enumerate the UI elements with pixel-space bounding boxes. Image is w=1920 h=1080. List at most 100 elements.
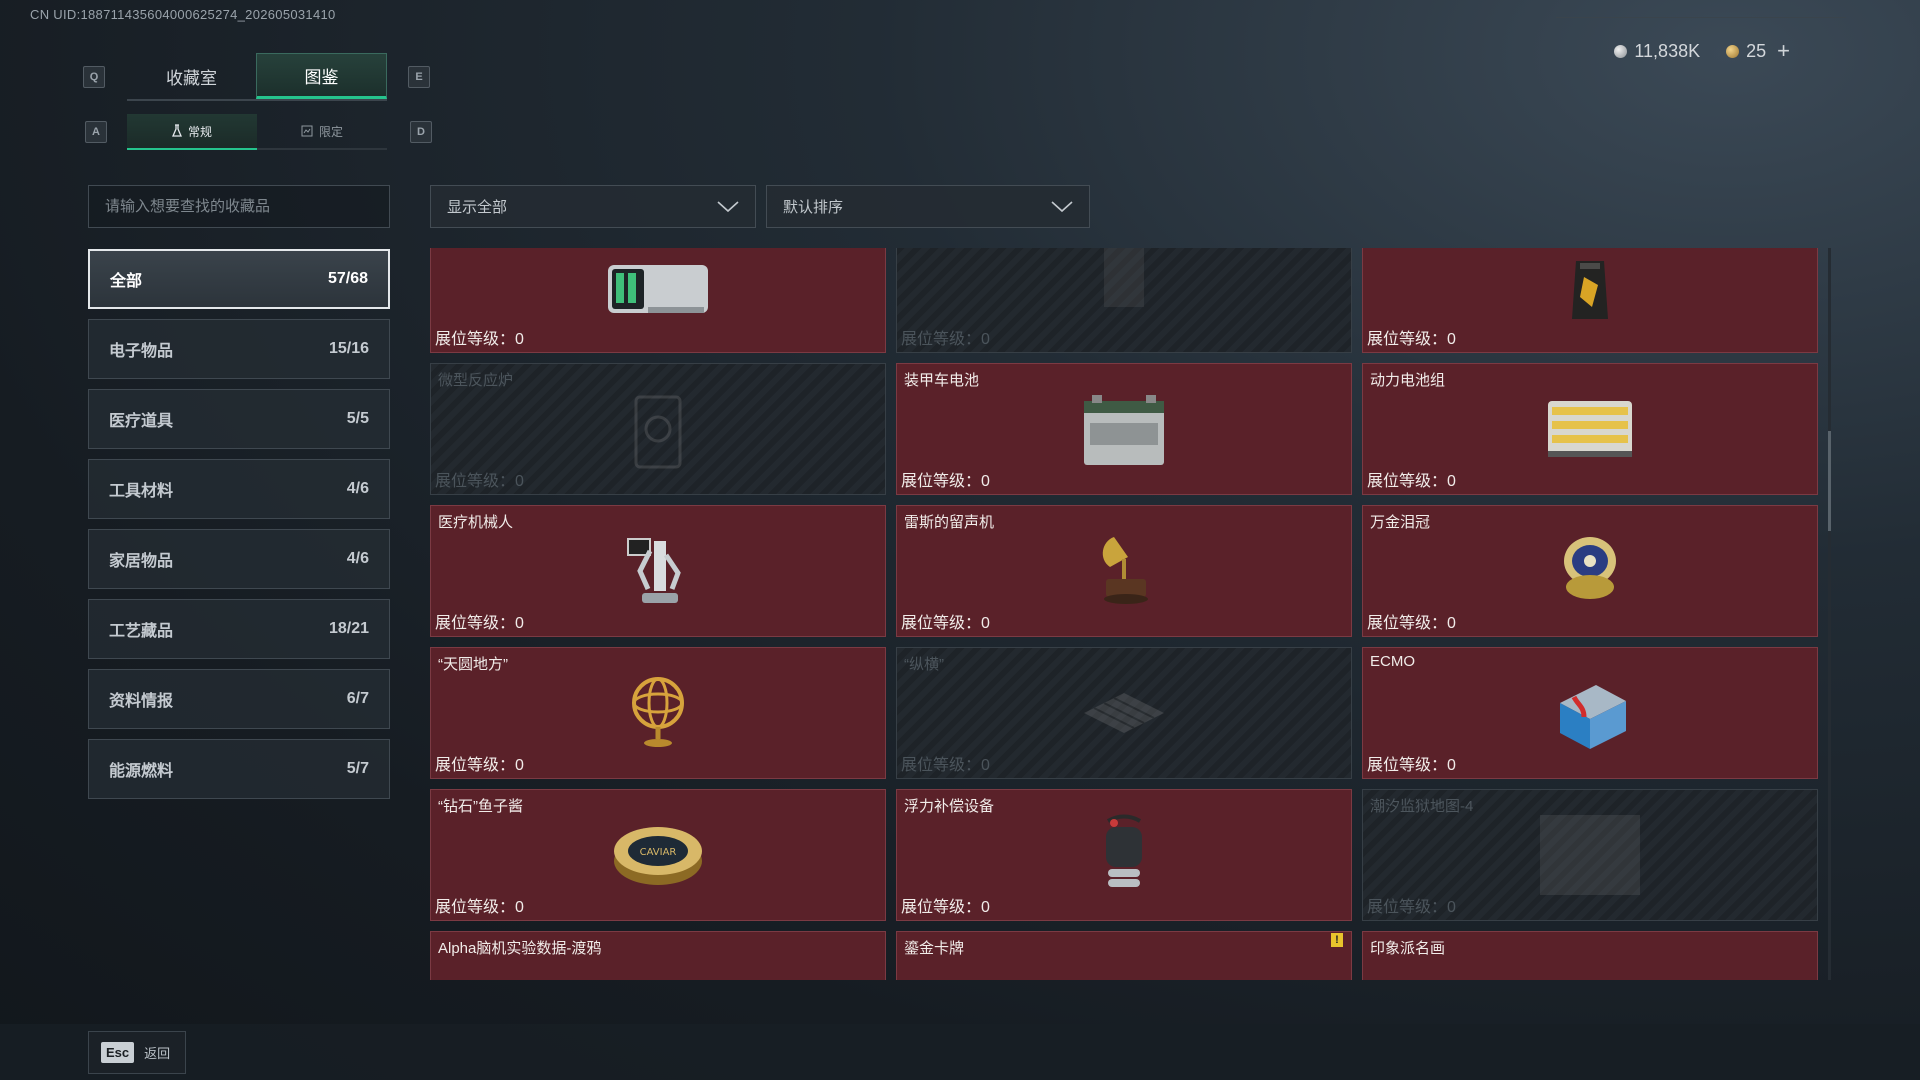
battery-icon [1084, 395, 1164, 465]
key-hint-q: Q [83, 66, 105, 88]
unknown-item-icon [1104, 248, 1144, 307]
item-card[interactable]: 展位等级：0 [1362, 248, 1818, 353]
warning-icon: ! [1331, 933, 1343, 947]
item-card[interactable]: 医疗机械人 展位等级：0 [430, 505, 886, 637]
item-card[interactable]: 装甲车电池 展位等级：0 [896, 363, 1352, 495]
item-name: 医疗机械人 [438, 514, 514, 531]
item-name: 印象派名画 [1370, 940, 1446, 957]
item-card[interactable]: 印象派名画 [1362, 931, 1818, 980]
category-label: 资料情报 [109, 693, 174, 710]
category-label: 医疗道具 [109, 413, 174, 430]
category-tools[interactable]: 工具材料 4/6 [88, 459, 390, 519]
item-level: 展位等级：0 [435, 615, 524, 632]
item-card[interactable]: ECMO 展位等级：0 [1362, 647, 1818, 779]
item-level: 展位等级：0 [1367, 615, 1456, 632]
category-count: 6/7 [346, 690, 369, 707]
item-name: 动力电池组 [1370, 372, 1446, 389]
silver-amount: 11,838K [1634, 40, 1701, 61]
item-level: 展位等级：0 [1367, 899, 1456, 916]
item-card[interactable]: 潮汐监狱地图-4 展位等级：0 [1362, 789, 1818, 921]
gilded-card-icon [1054, 964, 1194, 980]
item-name: ECMO [1370, 653, 1415, 670]
item-card[interactable]: 微型反应炉 展位等级：0 [430, 363, 886, 495]
grid-scrollbar[interactable] [1828, 248, 1831, 980]
item-level: 展位等级：0 [435, 757, 524, 774]
tab-catalog[interactable]: 图鉴 [256, 53, 387, 99]
category-household[interactable]: 家居物品 4/6 [88, 529, 390, 589]
category-fuel[interactable]: 能源燃料 5/7 [88, 739, 390, 799]
category-medical[interactable]: 医疗道具 5/5 [88, 389, 390, 449]
category-electronics[interactable]: 电子物品 15/16 [88, 319, 390, 379]
item-name: 潮汐监狱地图-4 [1370, 798, 1474, 815]
filter-dropdown[interactable]: 显示全部 [430, 185, 756, 228]
gold-coin-icon [1726, 44, 1740, 58]
item-grid-viewport[interactable]: 展位等级：0 展位等级：0 展位等级：0 微型反应炉 展位等级：0 装甲车电池 … [430, 248, 1818, 980]
back-button[interactable]: Esc 返回 [88, 1031, 186, 1074]
item-card[interactable]: ! 鎏金卡牌 [896, 931, 1352, 980]
battery-pack-icon [1548, 401, 1632, 457]
item-level: 展位等级：0 [1367, 757, 1456, 774]
sub-tabs: 常规 限定 [127, 114, 387, 150]
item-name: “钻石”鱼子酱 [438, 798, 523, 815]
category-count: 57/68 [327, 270, 368, 287]
item-level: 展位等级：0 [1367, 473, 1456, 490]
item-name: 鎏金卡牌 [904, 940, 965, 957]
category-count: 5/7 [346, 760, 369, 777]
item-level: 展位等级：0 [901, 757, 990, 774]
add-currency-button[interactable]: + [1777, 38, 1790, 64]
gold-currency: 25 + [1726, 38, 1790, 64]
subtab-regular[interactable]: 常规 [127, 114, 257, 150]
category-crafts[interactable]: 工艺藏品 18/21 [88, 599, 390, 659]
painting-icon [1520, 964, 1660, 980]
item-card[interactable]: 展位等级：0 [896, 248, 1352, 353]
item-card[interactable]: 展位等级：0 [430, 248, 886, 353]
chessboard-icon [1084, 693, 1164, 733]
item-grid: 展位等级：0 展位等级：0 展位等级：0 微型反应炉 展位等级：0 装甲车电池 … [430, 248, 1818, 980]
item-card[interactable]: 浮力补偿设备 展位等级：0 [896, 789, 1352, 921]
category-count: 5/5 [346, 410, 369, 427]
subtab-limited[interactable]: 限定 [257, 114, 387, 150]
category-label: 能源燃料 [109, 763, 174, 780]
item-level: 展位等级：0 [901, 473, 990, 490]
silver-currency: 11,838K [1614, 41, 1700, 62]
item-name: Alpha脑机实验数据-渡鸦 [438, 940, 602, 957]
category-label: 全部 [110, 273, 143, 290]
map-icon [1540, 815, 1640, 895]
tab-collection-room[interactable]: 收藏室 [127, 53, 256, 99]
flask-icon [171, 124, 182, 137]
category-intel[interactable]: 资料情报 6/7 [88, 669, 390, 729]
sort-dropdown[interactable]: 默认排序 [766, 185, 1090, 228]
category-list: 全部 57/68 电子物品 15/16 医疗道具 5/5 工具材料 4/6 家居物品 4/… [88, 249, 390, 809]
item-card[interactable]: CAVIAR “钻石”鱼子酱 展位等级：0 [430, 789, 886, 921]
item-name: “纵横” [904, 656, 944, 673]
item-card[interactable]: 动力电池组 展位等级：0 [1362, 363, 1818, 495]
item-name: 雷斯的留声机 [904, 514, 995, 531]
item-name: 微型反应炉 [438, 372, 514, 389]
medical-robot-icon [627, 538, 681, 603]
search-input[interactable] [88, 185, 390, 228]
item-card[interactable]: Alpha脑机实验数据-渡鸦 [430, 931, 886, 980]
item-name: 装甲车电池 [904, 372, 980, 389]
item-card[interactable]: “纵横” 展位等级：0 [896, 647, 1352, 779]
sort-dropdown-value: 默认排序 [783, 199, 844, 216]
subtab-limited-label: 限定 [318, 124, 343, 139]
key-hint-a: A [85, 121, 107, 143]
item-card[interactable]: 雷斯的留声机 展位等级：0 [896, 505, 1352, 637]
key-hint-d: D [410, 121, 432, 143]
currency-bar: 11,838K 25 + [1614, 38, 1790, 64]
coffee-bag-icon [1572, 261, 1608, 319]
item-card[interactable]: “天圆地方” 展位等级：0 [430, 647, 886, 779]
item-level: 展位等级：0 [435, 331, 524, 348]
gold-amount: 25 [1746, 40, 1767, 61]
category-all[interactable]: 全部 57/68 [88, 249, 390, 309]
scrollbar-thumb[interactable] [1828, 431, 1831, 531]
subtab-regular-label: 常规 [187, 124, 212, 139]
item-name: “天圆地方” [438, 656, 508, 673]
category-label: 工具材料 [109, 483, 174, 500]
category-count: 4/6 [346, 480, 369, 497]
silver-coin-icon [1614, 44, 1628, 58]
item-card[interactable]: 万金泪冠 展位等级：0 [1362, 505, 1818, 637]
chevron-down-icon [717, 200, 739, 212]
category-count: 4/6 [346, 550, 369, 567]
category-count: 18/21 [328, 620, 369, 637]
